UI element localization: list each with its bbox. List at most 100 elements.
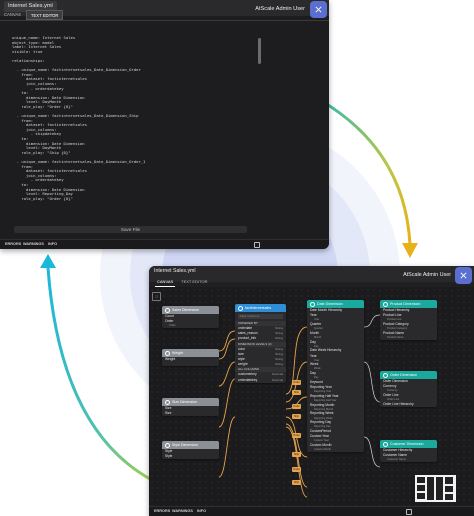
node-customer-dimension[interactable]: Customer Dimension Customer Hierarchy Cu… (380, 440, 437, 462)
column-row[interactable]: orderdatekey Decimal (235, 378, 286, 383)
tab-canvas[interactable]: CANVAS (155, 278, 176, 287)
role-badge[interactable]: Ship (292, 452, 301, 457)
node-weight[interactable]: Weight Weight (162, 349, 219, 366)
node-row[interactable]: Product Line (380, 313, 437, 318)
dimension-icon (383, 372, 388, 378)
canvas-window: Internet Sales.yml AtScale Admin User CA… (149, 266, 474, 516)
dimension-icon (383, 441, 388, 447)
node-header[interactable]: Customer Dimension (380, 440, 437, 448)
node-row[interactable]: Order Line Hierarchy (380, 402, 437, 407)
editor-status-bar: ERRORS WARNINGS INFO (0, 239, 329, 249)
column-row[interactable]: weight String (235, 362, 286, 367)
tab-text-editor[interactable]: TEXT EDITOR (179, 278, 209, 287)
status-info[interactable]: INFO (48, 242, 57, 246)
node-row[interactable]: Reporting Day (307, 420, 364, 425)
dimension-icon (165, 307, 170, 313)
editor-user-name: AtScale Admin User (255, 6, 305, 12)
node-row-sub (162, 362, 219, 366)
node-row[interactable]: Day (307, 371, 364, 376)
node-header[interactable]: Product Dimension (380, 300, 437, 308)
dimension-icon (383, 301, 388, 307)
node-row[interactable]: Custom Year (307, 434, 364, 439)
wire (363, 361, 381, 403)
node-row[interactable]: Year (307, 313, 364, 318)
role-badge[interactable]: Ship (292, 480, 301, 485)
user-avatar-icon[interactable] (455, 266, 472, 284)
node-header[interactable]: Date Dimension (307, 300, 364, 308)
node-row[interactable]: Year (307, 354, 364, 359)
node-order-dimension[interactable]: Order Dimension Order Dimension Currency… (380, 371, 437, 407)
dataset-icon (238, 305, 243, 311)
node-row[interactable]: Reporting Year (307, 385, 364, 390)
filter-columns-input[interactable]: Filter Columns (238, 314, 283, 319)
column-row[interactable]: product_info String (235, 336, 286, 341)
wire (363, 436, 381, 468)
canvas-user-area[interactable]: AtScale Admin User (403, 266, 472, 284)
status-warnings[interactable]: WARNINGS (172, 509, 193, 513)
node-row[interactable]: Month (307, 331, 364, 336)
arrow-head-right (402, 243, 418, 258)
canvas-status-bar: ERRORS WARNINGS INFO (149, 506, 474, 516)
node-row[interactable]: Size (162, 411, 219, 416)
node-row[interactable]: Product Category (380, 322, 437, 327)
node-row[interactable]: Order (162, 319, 219, 324)
status-errors[interactable]: ERRORS (5, 242, 21, 246)
panel-toggle-icon[interactable] (252, 242, 260, 248)
node-header[interactable]: Order Dimension (380, 371, 437, 379)
node-header[interactable]: Size Dimension (162, 398, 219, 406)
tab-text-editor[interactable]: TEXT EDITOR (25, 10, 64, 20)
node-header[interactable]: factinternetsales (235, 304, 286, 312)
node-row[interactable]: Week (307, 362, 364, 367)
user-avatar-icon[interactable] (310, 0, 327, 18)
editor-scrollbar[interactable] (258, 38, 261, 64)
node-row[interactable]: Style (162, 454, 219, 459)
dimension-icon (165, 399, 170, 405)
node-row[interactable]: Custom Month (307, 443, 364, 448)
node-row[interactable]: Product Name (380, 331, 437, 336)
tabs-divider (0, 20, 329, 21)
panel-toggle-icon[interactable] (404, 509, 412, 515)
node-title: Weight (172, 351, 184, 355)
node-sales-dimension[interactable]: Sales Dimension Count Order Order (162, 306, 219, 328)
status-warnings[interactable]: WARNINGS (23, 242, 44, 246)
arrow-head-left (40, 254, 56, 268)
role-badge[interactable]: Order (292, 467, 301, 472)
node-header[interactable]: Style Dimension (162, 441, 219, 449)
save-file-button[interactable]: Save File (14, 226, 247, 233)
node-style-dimension[interactable]: Style Dimension Style Style (162, 441, 219, 460)
node-factinternetsales[interactable]: factinternetsales Filter Columns ORDERED… (235, 304, 286, 383)
role-badge[interactable]: Order (292, 433, 301, 438)
node-header[interactable]: Weight (162, 349, 219, 357)
node-row[interactable]: Order Line (380, 393, 437, 398)
node-title: Product Dimension (390, 302, 421, 306)
node-product-dimension[interactable]: Product Dimension Product Hierarchy Prod… (380, 300, 437, 340)
node-header[interactable]: Sales Dimension (162, 306, 219, 314)
code-line[interactable]: role_play: "Order {0}" (12, 196, 257, 202)
model-canvas[interactable]: □ Sales Dimension Count Order Order Weig… (149, 287, 474, 506)
node-date-dimension[interactable]: Date Dimension Date Month Hierarchy Year Y… (307, 300, 364, 452)
node-row[interactable]: Currency (380, 384, 437, 389)
node-row[interactable]: Weight (162, 357, 219, 362)
node-size-dimension[interactable]: Size Dimension Size Size (162, 398, 219, 417)
collapse-panel-icon[interactable]: □ (152, 292, 161, 301)
role-badge[interactable]: Ship (292, 390, 301, 395)
node-title: Style Dimension (172, 443, 198, 447)
editor-user-area[interactable]: AtScale Admin User (255, 0, 327, 18)
status-errors[interactable]: ERRORS (154, 509, 170, 513)
node-row[interactable]: Customer Name (380, 453, 437, 458)
node-row[interactable]: Day (307, 340, 364, 345)
canvas-minimap[interactable] (415, 475, 456, 502)
role-badge[interactable]: Ship (292, 414, 301, 419)
role-badge[interactable]: Order (292, 380, 301, 385)
node-row[interactable]: Quarter (307, 322, 364, 327)
node-row[interactable]: Reporting Week (307, 411, 364, 416)
node-row-sub: Custom Month (314, 448, 331, 452)
dimension-icon (310, 301, 315, 307)
tab-canvas[interactable]: CANVAS (0, 10, 25, 20)
code-editor[interactable]: unique_name: Internet Sales object_type: … (12, 35, 257, 202)
role-badge[interactable]: Order (292, 404, 301, 409)
node-row[interactable]: Reporting Month (307, 403, 364, 408)
canvas-file-tab[interactable]: Internet Sales.yml (154, 268, 196, 274)
status-info[interactable]: INFO (197, 509, 206, 513)
node-row[interactable]: Reporting Half Year (307, 394, 364, 399)
